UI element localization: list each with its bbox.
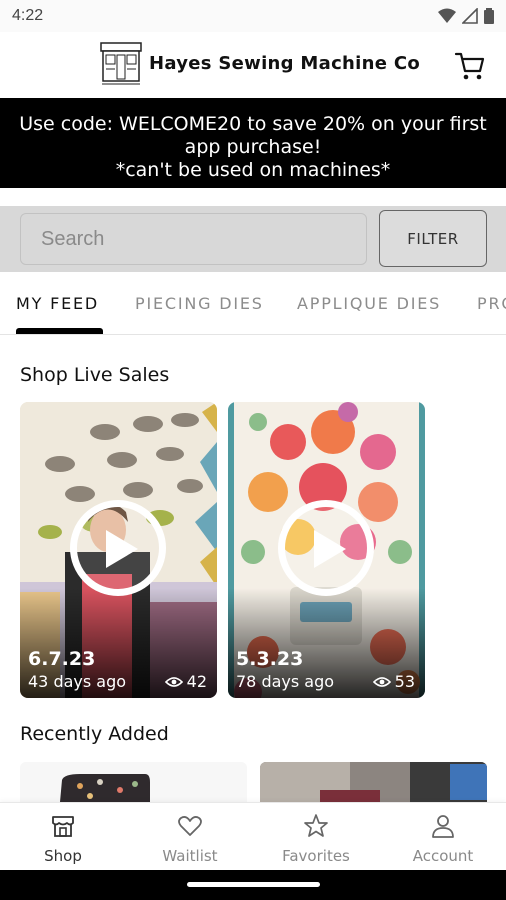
recently-added-title: Recently Added	[20, 723, 169, 745]
category-tabs: MY FEED PIECING DIES APPLIQUE DIES PRO	[0, 275, 506, 335]
status-icons	[438, 8, 494, 24]
product-thumbnail	[20, 762, 247, 802]
view-count-value: 42	[186, 672, 207, 691]
nav-label: Shop	[44, 847, 82, 865]
storefront-logo	[100, 42, 142, 85]
live-sales-title: Shop Live Sales	[20, 364, 170, 386]
tab-pro[interactable]: PRO	[477, 294, 506, 313]
promo-banner: Use code: WELCOME20 to save 20% on your …	[0, 98, 506, 188]
nav-shop[interactable]: Shop	[0, 803, 126, 871]
brand-name: Hayes Sewing Machine Co	[149, 53, 420, 74]
bottom-nav: Shop Waitlist Favorites Account	[0, 802, 506, 870]
product-thumbnail	[260, 762, 487, 802]
wifi-icon	[438, 8, 456, 23]
view-count-value: 53	[394, 672, 415, 691]
nav-label: Account	[412, 847, 474, 865]
nav-waitlist[interactable]: Waitlist	[127, 803, 253, 871]
active-tab-indicator	[16, 328, 103, 334]
tab-applique-dies[interactable]: APPLIQUE DIES	[297, 294, 441, 313]
video-age: 43 days ago	[28, 672, 127, 691]
video-date: 6.7.23	[28, 648, 96, 670]
video-date: 5.3.23	[236, 648, 304, 670]
status-bar: 4:22	[0, 0, 506, 32]
app-header: Hayes Sewing Machine Co	[0, 32, 506, 98]
search-input[interactable]	[20, 213, 367, 265]
product-card[interactable]	[260, 762, 487, 802]
home-gesture-handle[interactable]	[187, 882, 320, 887]
star-icon	[304, 814, 328, 837]
promo-line-2: app purchase!	[184, 136, 322, 158]
video-card[interactable]: 6.7.23 43 days ago 42	[20, 402, 217, 698]
promo-line-3: *can't be used on machines*	[115, 159, 391, 181]
nav-label: Favorites	[282, 847, 350, 865]
eye-icon	[372, 676, 391, 687]
person-icon	[432, 815, 454, 838]
search-bar: FILTER	[0, 206, 506, 272]
promo-line-1: Use code: WELCOME20 to save 20% on your …	[19, 113, 487, 135]
product-card[interactable]	[20, 762, 247, 802]
status-time: 4:22	[12, 7, 44, 24]
video-age: 78 days ago	[236, 672, 335, 691]
play-button[interactable]	[278, 500, 374, 596]
heart-icon	[178, 816, 202, 836]
play-button[interactable]	[70, 500, 166, 596]
tab-my-feed[interactable]: MY FEED	[16, 294, 99, 313]
view-count: 42	[164, 672, 207, 691]
nav-label: Waitlist	[162, 847, 218, 865]
system-gesture-bar	[0, 870, 506, 900]
play-icon	[106, 530, 138, 568]
nav-account[interactable]: Account	[380, 803, 506, 871]
battery-icon	[484, 8, 494, 24]
tab-piecing-dies[interactable]: PIECING DIES	[135, 294, 264, 313]
eye-icon	[164, 676, 183, 687]
filter-button[interactable]: FILTER	[379, 210, 487, 267]
cart-icon[interactable]	[454, 50, 486, 82]
nav-favorites[interactable]: Favorites	[253, 803, 379, 871]
play-icon	[314, 530, 346, 568]
video-card[interactable]: 5.3.23 78 days ago 53	[228, 402, 425, 698]
view-count: 53	[372, 672, 415, 691]
shop-icon	[52, 816, 74, 837]
signal-icon	[462, 8, 478, 24]
